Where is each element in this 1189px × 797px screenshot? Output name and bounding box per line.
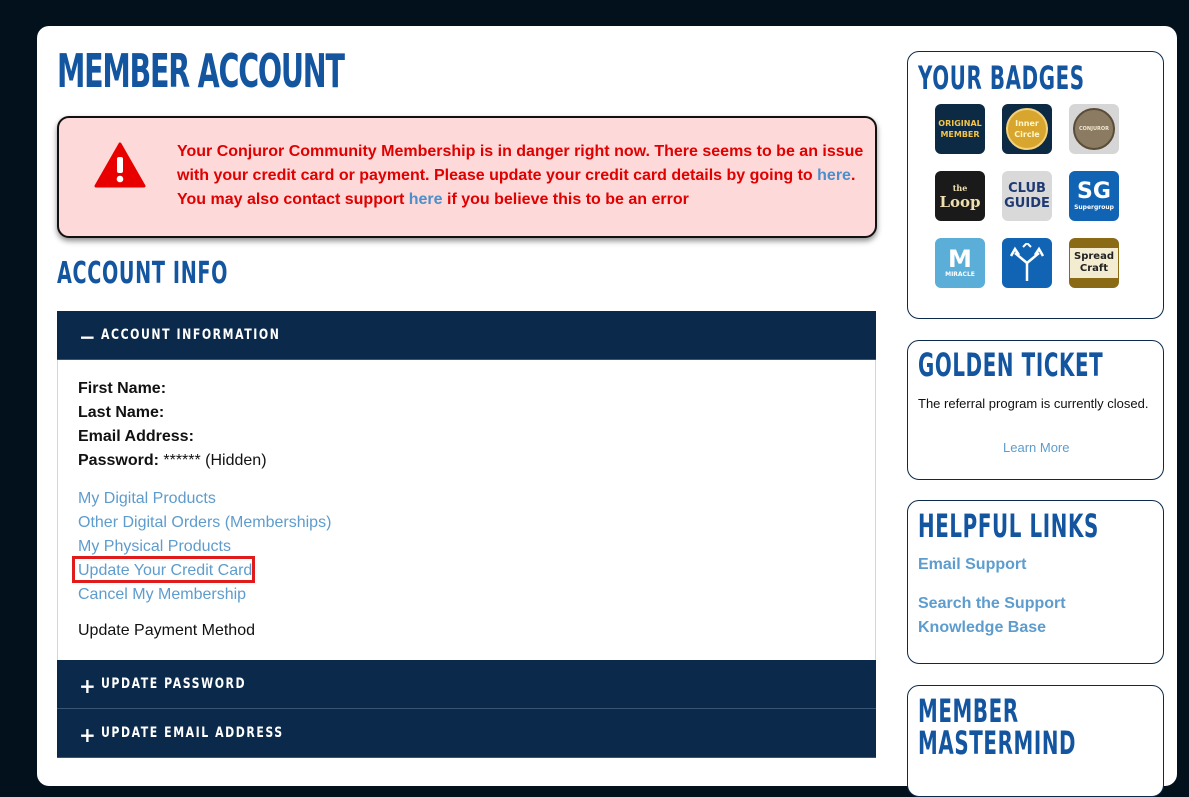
update-email-header[interactable]: + UPDATE EMAIL ADDRESS <box>57 709 876 758</box>
badge-text: Inner <box>1015 119 1039 128</box>
crossroads-badge[interactable] <box>1002 238 1052 288</box>
alert-period: . <box>850 167 856 184</box>
warning-icon <box>94 142 146 188</box>
badge-text: MEMBER <box>940 130 980 139</box>
account-info-heading: ACCOUNT INFO <box>57 256 229 291</box>
minus-icon: − <box>79 325 96 349</box>
badge-text: SG <box>1077 179 1111 204</box>
account-information-label: ACCOUNT INFORMATION <box>101 327 281 343</box>
update-card-here-link[interactable]: here <box>817 167 851 184</box>
account-links: My Digital Products Other Digital Orders… <box>78 487 331 607</box>
update-password-header[interactable]: + UPDATE PASSWORD <box>57 660 876 709</box>
alert-message: Your Conjuror Community Membership is in… <box>177 140 867 212</box>
member-mastermind-title-line-1: MEMBER <box>918 692 1019 730</box>
badge-text: Supergroup <box>1074 204 1114 211</box>
badge-text: the <box>952 182 968 193</box>
badge-text: CLUB <box>1008 181 1046 196</box>
supergroup-badge[interactable]: SG Supergroup <box>1069 171 1119 221</box>
conjuror-community-badge[interactable]: CONJUROR <box>1069 104 1119 154</box>
update-password-accordion: + UPDATE PASSWORD <box>57 660 876 709</box>
alert-line-2: with your credit card or payment. Please… <box>177 167 818 184</box>
badges-title: YOUR BADGES <box>918 59 1085 97</box>
page-title: MEMBER ACCOUNT <box>57 44 345 98</box>
search-knowledge-base-link[interactable]: Search the Support Knowledge Base <box>918 592 1153 640</box>
conjuror-seal: CONJUROR <box>1073 108 1115 150</box>
badges-box: YOUR BADGES ORIGINAL MEMBER Inner Circle… <box>907 51 1164 319</box>
inner-circle-badge[interactable]: Inner Circle <box>1002 104 1052 154</box>
miracle-man-badge[interactable]: M MIRACLE <box>935 238 985 288</box>
badge-text: M <box>948 245 972 273</box>
payment-alert: Your Conjuror Community Membership is in… <box>57 116 877 238</box>
helpful-links-box: HELPFUL LINKS Email Support Search the S… <box>907 500 1164 664</box>
update-payment-method-text: Update Payment Method <box>78 622 255 639</box>
my-digital-products-link[interactable]: My Digital Products <box>78 487 331 511</box>
referral-closed-text: The referral program is currently closed… <box>918 396 1149 411</box>
alert-line-3-end: if you believe this to be an error <box>442 191 689 208</box>
the-loop-badge[interactable]: the Loop <box>935 171 985 221</box>
member-mastermind-box: MEMBER MASTERMIND <box>907 685 1164 797</box>
update-email-accordion: + UPDATE EMAIL ADDRESS <box>57 709 876 758</box>
alert-line-3: You may also contact support <box>177 191 409 208</box>
helpful-links-title: HELPFUL LINKS <box>918 507 1099 545</box>
diverging-arrows-icon <box>1009 243 1045 281</box>
first-name-label: First Name: <box>78 380 167 397</box>
badge-text: Spread <box>1074 251 1114 262</box>
member-mastermind-title-line-2: MASTERMIND <box>918 724 1077 762</box>
golden-ticket-box: GOLDEN TICKET The referral program is cu… <box>907 340 1164 480</box>
other-digital-orders-link[interactable]: Other Digital Orders (Memberships) <box>78 511 331 535</box>
badge-text: Loop <box>939 192 981 211</box>
password-value: ****** (Hidden) <box>158 452 267 469</box>
plus-icon: + <box>79 723 96 747</box>
spread-craft-badge[interactable]: Spread Craft <box>1069 238 1119 288</box>
contact-support-here-link[interactable]: here <box>409 191 443 208</box>
email-support-link[interactable]: Email Support <box>918 553 1026 577</box>
cancel-membership-link[interactable]: Cancel My Membership <box>78 583 331 607</box>
spread-craft-label: Spread Craft <box>1070 248 1118 278</box>
learn-more-link[interactable]: Learn More <box>1003 440 1069 455</box>
update-password-label: UPDATE PASSWORD <box>101 676 247 692</box>
alert-line-1: Your Conjuror Community Membership is in… <box>177 143 864 160</box>
golden-ticket-title: GOLDEN TICKET <box>918 346 1104 384</box>
badge-text: Circle <box>1014 130 1040 139</box>
account-information-header[interactable]: − ACCOUNT INFORMATION <box>57 311 876 360</box>
account-information-accordion: − ACCOUNT INFORMATION First Name: Last N… <box>57 311 876 661</box>
account-information-body: First Name: Last Name: Email Address: Pa… <box>57 360 876 661</box>
last-name-label: Last Name: <box>78 404 165 421</box>
original-member-badge[interactable]: ORIGINAL MEMBER <box>935 104 985 154</box>
account-fields: First Name: Last Name: Email Address: Pa… <box>78 377 267 473</box>
badge-text: CONJUROR <box>1079 125 1109 132</box>
badge-text: MIRACLE <box>945 271 975 278</box>
badge-text: Craft <box>1079 263 1109 274</box>
credit-card-highlight-box <box>72 556 255 583</box>
password-label: Password: <box>78 452 159 469</box>
email-label: Email Address: <box>78 428 194 445</box>
plus-icon: + <box>79 674 96 698</box>
badge-text: GUIDE <box>1004 196 1050 211</box>
inner-circle-medal: Inner Circle <box>1006 108 1048 150</box>
club-guide-badge[interactable]: CLUB GUIDE <box>1002 171 1052 221</box>
update-email-label: UPDATE EMAIL ADDRESS <box>101 725 284 741</box>
badge-text: ORIGINAL <box>938 119 982 128</box>
